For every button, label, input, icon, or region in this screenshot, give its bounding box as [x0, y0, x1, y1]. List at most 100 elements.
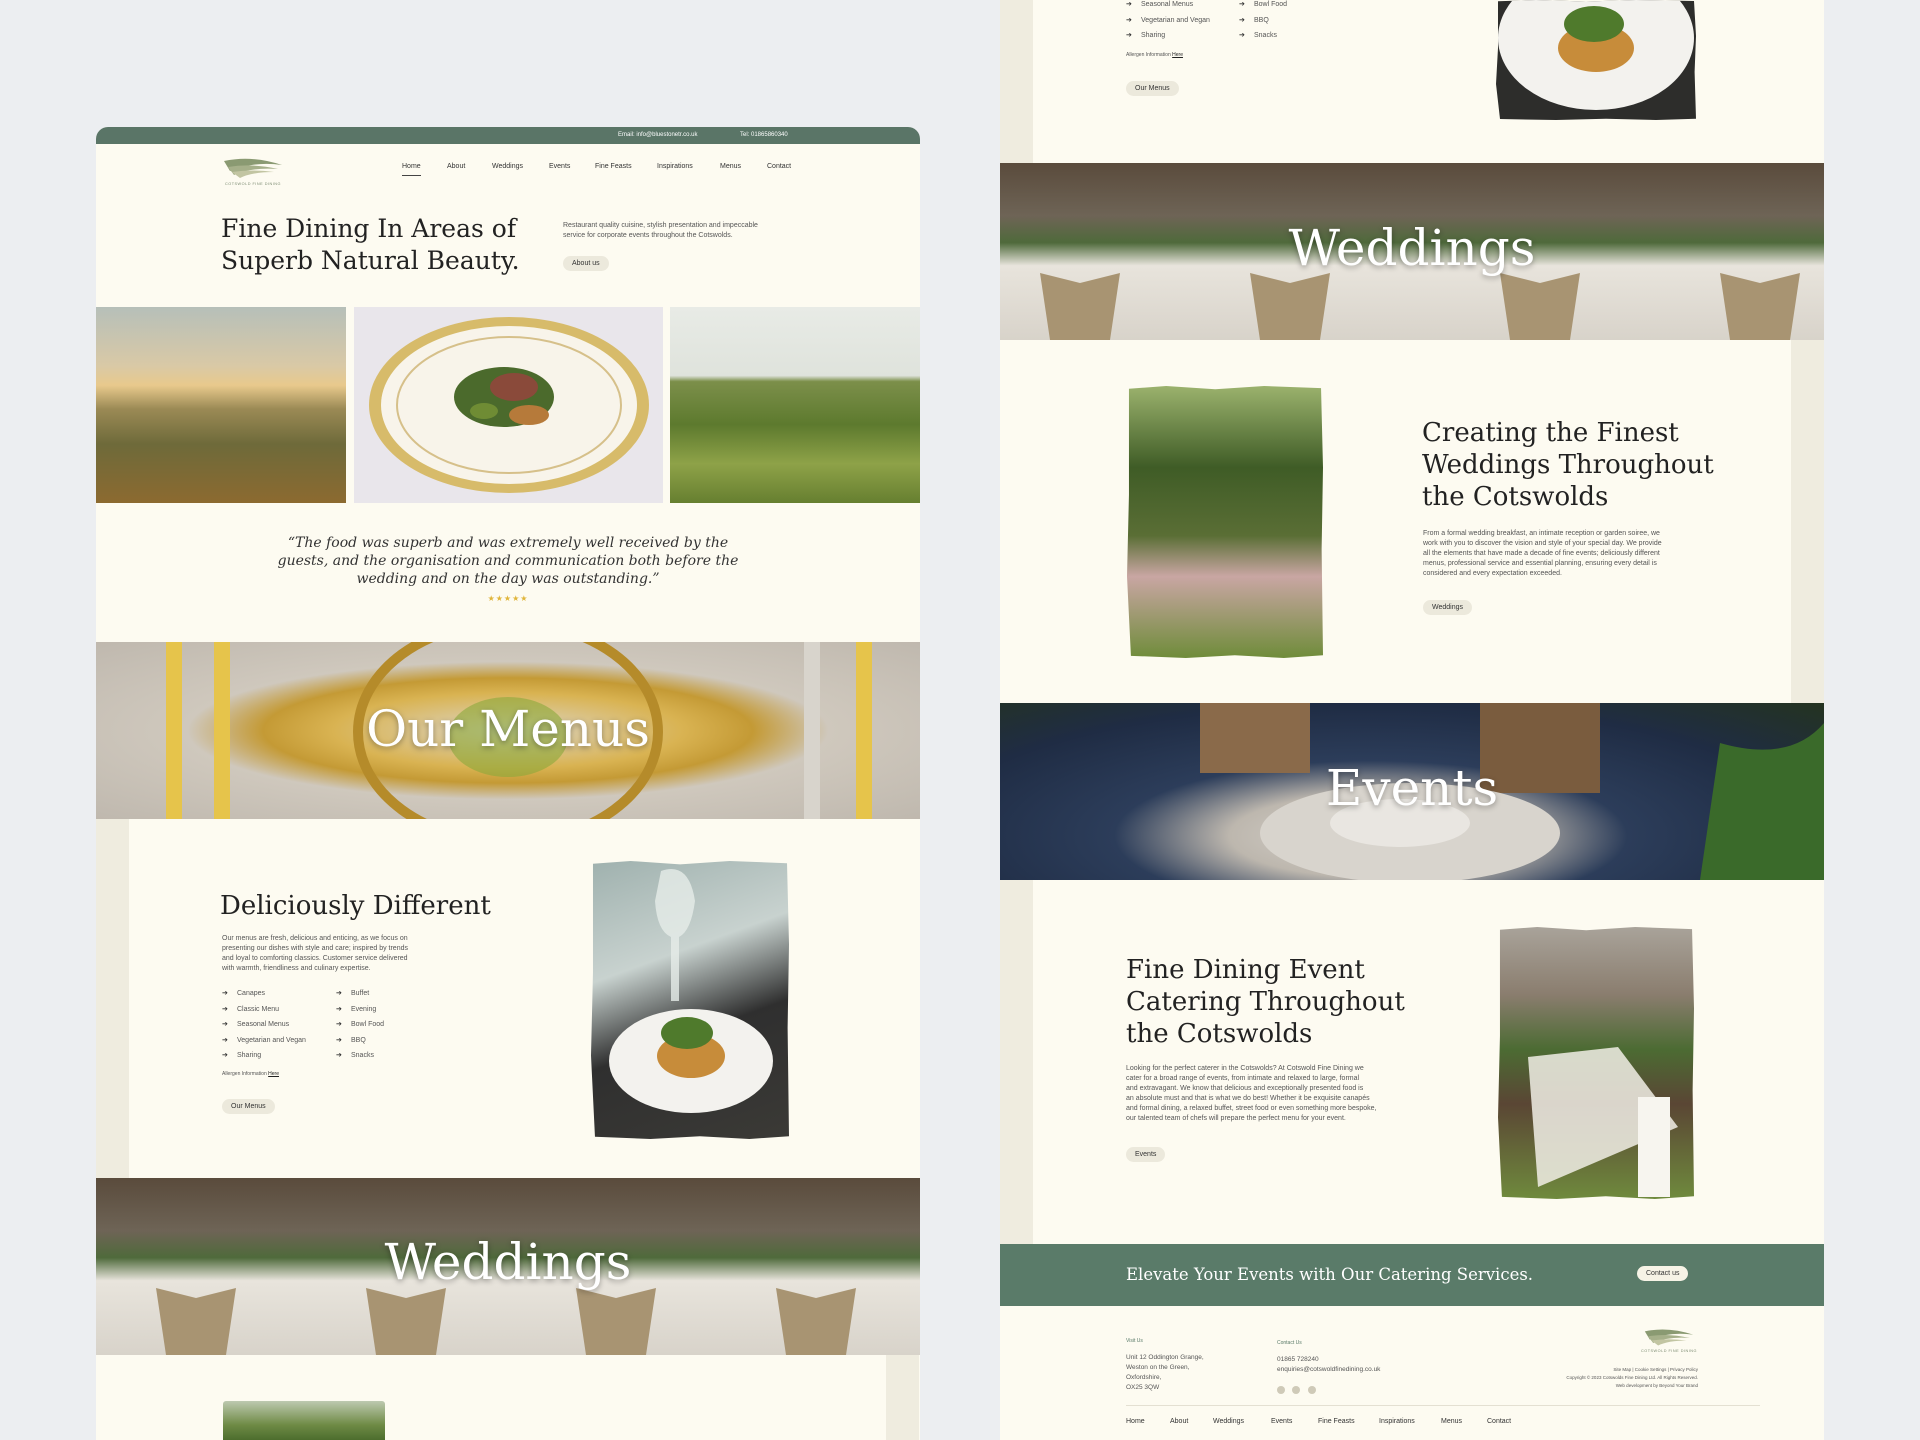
footer-phone[interactable]: 01865 728240: [1277, 1355, 1380, 1365]
testimonial-line: wedding and on the day was outstanding.”: [356, 571, 660, 587]
events-heading: Fine Dining Event Catering Throughout th…: [1126, 954, 1405, 1050]
testimonial-quote: “The food was superb and was extremely w…: [96, 534, 920, 588]
weddings-title-left: Weddings: [384, 1233, 632, 1291]
arrow-right-icon: ➔: [336, 1021, 342, 1028]
footer-nav-inspirations[interactable]: Inspirations: [1379, 1418, 1415, 1425]
events-description-line: and formal dining, a relaxed buffet, str…: [1126, 1105, 1377, 1112]
nav-menus[interactable]: Menus: [720, 163, 741, 170]
menu-link-seasonal-menus[interactable]: ➔ Seasonal Menus: [222, 1020, 306, 1036]
footer-nav-home[interactable]: Home: [1126, 1418, 1145, 1425]
menu-link-sharing[interactable]: ➔ Sharing: [222, 1051, 306, 1067]
footer-nav-menus[interactable]: Menus: [1441, 1418, 1462, 1425]
footer-email[interactable]: enquiries@cotswoldfinedining.co.uk: [1277, 1365, 1380, 1375]
weddings-description-line: considered and every expectation exceede…: [1423, 570, 1562, 577]
topbar-phone[interactable]: Tel: 01865860340: [740, 132, 788, 138]
footer-nav-weddings[interactable]: Weddings: [1213, 1418, 1244, 1425]
site-logo[interactable]: COTSWOLD FINE DINING: [222, 157, 284, 187]
weddings-heading-line: the Cotswolds: [1422, 482, 1609, 512]
nav-about[interactable]: About: [447, 163, 465, 170]
linkedin-icon[interactable]: [1307, 1386, 1316, 1394]
menu-link-label: BBQ: [1254, 16, 1269, 24]
menu-link-label: Canapes: [237, 990, 266, 997]
menu-link-sharing[interactable]: ➔ Sharing: [1126, 31, 1210, 47]
arrow-right-icon: ➔: [336, 990, 342, 997]
footer-nav-contact[interactable]: Contact: [1487, 1418, 1511, 1425]
arrow-right-icon: ➔: [222, 990, 228, 997]
nav-contact[interactable]: Contact: [767, 163, 791, 170]
menu-link-bowl-food[interactable]: ➔ Bowl Food: [336, 1020, 384, 1036]
hero-heading-line: Fine Dining In Areas of: [221, 214, 517, 243]
nav-events[interactable]: Events: [549, 163, 570, 170]
arrow-right-icon: ➔: [222, 1036, 228, 1044]
about-us-button[interactable]: About us: [563, 256, 609, 271]
events-heading-line: Catering Throughout: [1126, 987, 1405, 1017]
topbar-email[interactable]: Email: info@bluestonetr.co.uk: [618, 132, 697, 138]
allergen-link[interactable]: Here: [268, 1071, 279, 1077]
menu-link-snacks[interactable]: ➔ Snacks: [336, 1051, 384, 1067]
footer-nav-events[interactable]: Events: [1271, 1418, 1292, 1425]
events-banner: Events: [1000, 703, 1824, 880]
allergen-info: Allergen Information Here: [222, 1071, 279, 1077]
menu-list-left: ➔ Canapes ➔ Classic Menu ➔ Seasonal Menus ➔…: [222, 989, 306, 1067]
weddings-description: From a formal wedding breakfast, an inti…: [1423, 529, 1662, 579]
nav-weddings[interactable]: Weddings: [492, 163, 523, 170]
weddings-button[interactable]: Weddings: [1423, 600, 1473, 615]
events-button[interactable]: Events: [1126, 1147, 1166, 1162]
menu-link-label: Evening: [351, 1005, 377, 1013]
facebook-icon[interactable]: [1277, 1386, 1285, 1394]
outdoor-banquet-table-photo: [1498, 927, 1694, 1199]
events-description-line: cater for a broad range of events, from …: [1126, 1075, 1360, 1082]
address-line: OX25 3QW: [1126, 1384, 1160, 1391]
our-menus-button[interactable]: Our Menus: [1126, 81, 1179, 96]
developer-credit[interactable]: Web development by Beyond Your Brand: [1566, 1382, 1698, 1390]
legal-links[interactable]: Site Map | Cookie Settings | Privacy Pol…: [1566, 1366, 1698, 1374]
allergen-label: Allergen Information: [222, 1071, 267, 1077]
hero-heading-line: Superb Natural Beauty.: [221, 246, 520, 275]
menus-description: Our menus are fresh, delicious and entic…: [222, 934, 408, 974]
menu-link-snacks[interactable]: ➔ Snacks: [1239, 31, 1287, 47]
our-menus-banner: Our Menus: [96, 642, 920, 819]
dish-illustration: [609, 869, 773, 1113]
menu-link-bowl-food[interactable]: ➔ Bowl Food: [1239, 0, 1287, 16]
menus-description-line: Our menus are fresh, delicious and entic…: [222, 935, 408, 942]
side-accent: [1000, 0, 1033, 163]
nav-inspirations[interactable]: Inspirations: [657, 163, 693, 170]
our-menus-title: Our Menus: [366, 700, 650, 758]
menu-link-bbq[interactable]: ➔ BBQ: [1239, 16, 1287, 32]
events-description-line: an absolute must and that is what we do …: [1126, 1095, 1370, 1102]
nav-home[interactable]: Home: [402, 163, 421, 176]
leaf-logo-icon: [224, 158, 282, 178]
our-menus-button[interactable]: Our Menus: [222, 1099, 275, 1114]
footer-logo[interactable]: COTSWOLD FINE DINING: [1638, 1328, 1700, 1358]
menu-link-buffet[interactable]: ➔ Buffet: [336, 989, 384, 1005]
contact-us-button[interactable]: Contact us: [1637, 1266, 1689, 1281]
dish-illustration: [1498, 0, 1694, 110]
footer-nav-fine-feasts[interactable]: Fine Feasts: [1318, 1418, 1355, 1425]
instagram-icon[interactable]: [1292, 1386, 1301, 1394]
menu-link-label: BBQ: [351, 1036, 366, 1044]
menu-link-bbq[interactable]: ➔ BBQ: [336, 1036, 384, 1052]
homepage-mockup-right: ➔ Seasonal Menus ➔ Vegetarian and Vegan ➔ S…: [1000, 0, 1824, 1440]
arrow-right-icon: ➔: [336, 1036, 342, 1044]
menu-link-vegetarian-vegan[interactable]: ➔ Vegetarian and Vegan: [222, 1036, 306, 1052]
footer-address: Unit 12 Oddington Grange, Weston on the …: [1126, 1353, 1204, 1393]
valley-landscape-photo: [670, 307, 920, 503]
menu-link-evening[interactable]: ➔ Evening: [336, 1005, 384, 1021]
arrow-right-icon: ➔: [222, 1052, 228, 1059]
menu-link-classic-menu[interactable]: ➔ Classic Menu: [222, 1005, 306, 1021]
address-line: Oxfordshire,: [1126, 1374, 1162, 1381]
menu-link-seasonal-menus[interactable]: ➔ Seasonal Menus: [1126, 0, 1210, 16]
hero-description-line: Restaurant quality cuisine, stylish pres…: [563, 222, 758, 229]
nav-fine-feasts[interactable]: Fine Feasts: [595, 163, 632, 170]
wedding-ceremony-photo-peek: [223, 1401, 385, 1440]
footer-nav-about[interactable]: About: [1170, 1418, 1188, 1425]
menu-link-canapes[interactable]: ➔ Canapes: [222, 989, 306, 1005]
side-accent: [886, 1355, 919, 1440]
menu-link-label: Buffet: [351, 990, 370, 997]
menu-link-label: Bowl Food: [351, 1021, 385, 1028]
allergen-link[interactable]: Here: [1172, 52, 1183, 58]
social-icons: [1277, 1381, 1316, 1399]
copyright-text: Copyright © 2023 Cotswolds Fine Dining L…: [1566, 1375, 1698, 1380]
menu-link-vegetarian-vegan[interactable]: ➔ Vegetarian and Vegan: [1126, 16, 1210, 32]
arrow-right-icon: ➔: [336, 1005, 342, 1013]
